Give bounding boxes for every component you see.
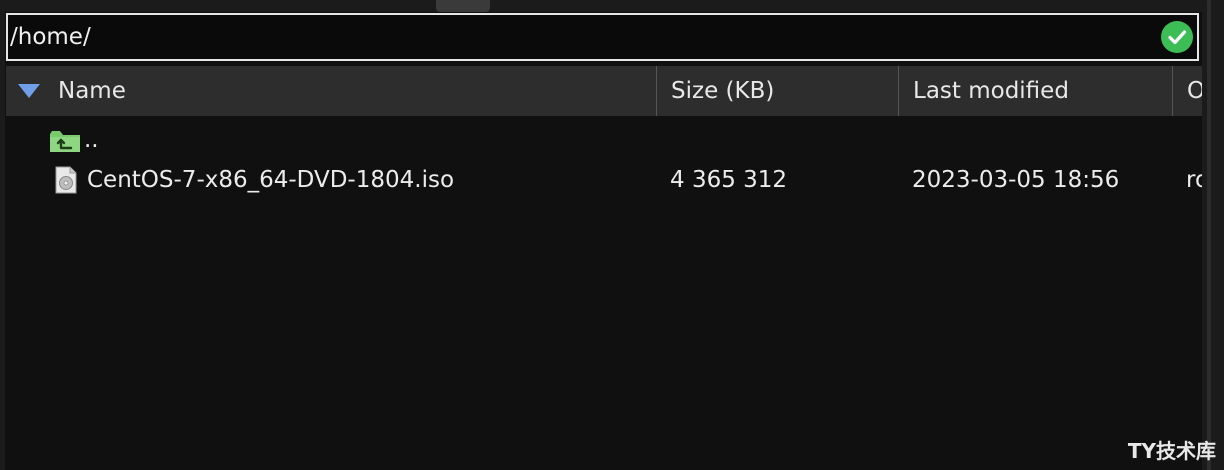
list-item-parent-directory[interactable]: .. [6,120,1202,160]
column-header-size[interactable]: Size (KB) [657,66,898,116]
file-name: CentOS-7-x86_64-DVD-1804.iso [87,167,455,193]
list-item-file[interactable]: CentOS-7-x86_64-DVD-1804.iso 4 365 312 2… [6,160,1202,200]
path-bar[interactable] [6,13,1199,61]
column-label-name: Name [58,78,126,104]
file-name: .. [84,127,99,153]
file-modified-date: 2023-03-05 18:56 [912,167,1120,193]
sort-descending-icon[interactable] [18,84,40,98]
column-label-size: Size (KB) [671,78,775,104]
file-owner: ro [1186,167,1202,193]
watermark-logo: TY技术库 [1127,439,1216,463]
file-size: 4 365 312 [670,167,788,193]
file-list: .. CentOS-7-x86_64-DVD-1804.iso 4 365 31… [6,116,1202,470]
column-header-owner[interactable]: O [1173,66,1202,116]
column-label-owner: O [1187,78,1202,104]
top-panel-strip [0,0,1224,12]
check-circle-icon [1161,21,1193,53]
path-input[interactable] [10,17,1150,57]
disc-image-file-icon [55,166,77,194]
scrollbar-thumb[interactable] [1207,0,1211,470]
table-header: Name Size (KB) Last modified O [6,66,1202,116]
file-browser-window: Name Size (KB) Last modified O .. [0,0,1224,470]
column-header-name[interactable]: Name [6,66,656,116]
column-label-modified: Last modified [913,78,1069,104]
column-header-modified[interactable]: Last modified [899,66,1172,116]
parent-folder-icon [49,130,81,154]
watermark: TY技术库 [1128,435,1216,464]
window-left-edge [0,0,5,470]
panel-resize-handle[interactable] [436,0,490,12]
vertical-scrollbar[interactable] [1202,0,1224,470]
